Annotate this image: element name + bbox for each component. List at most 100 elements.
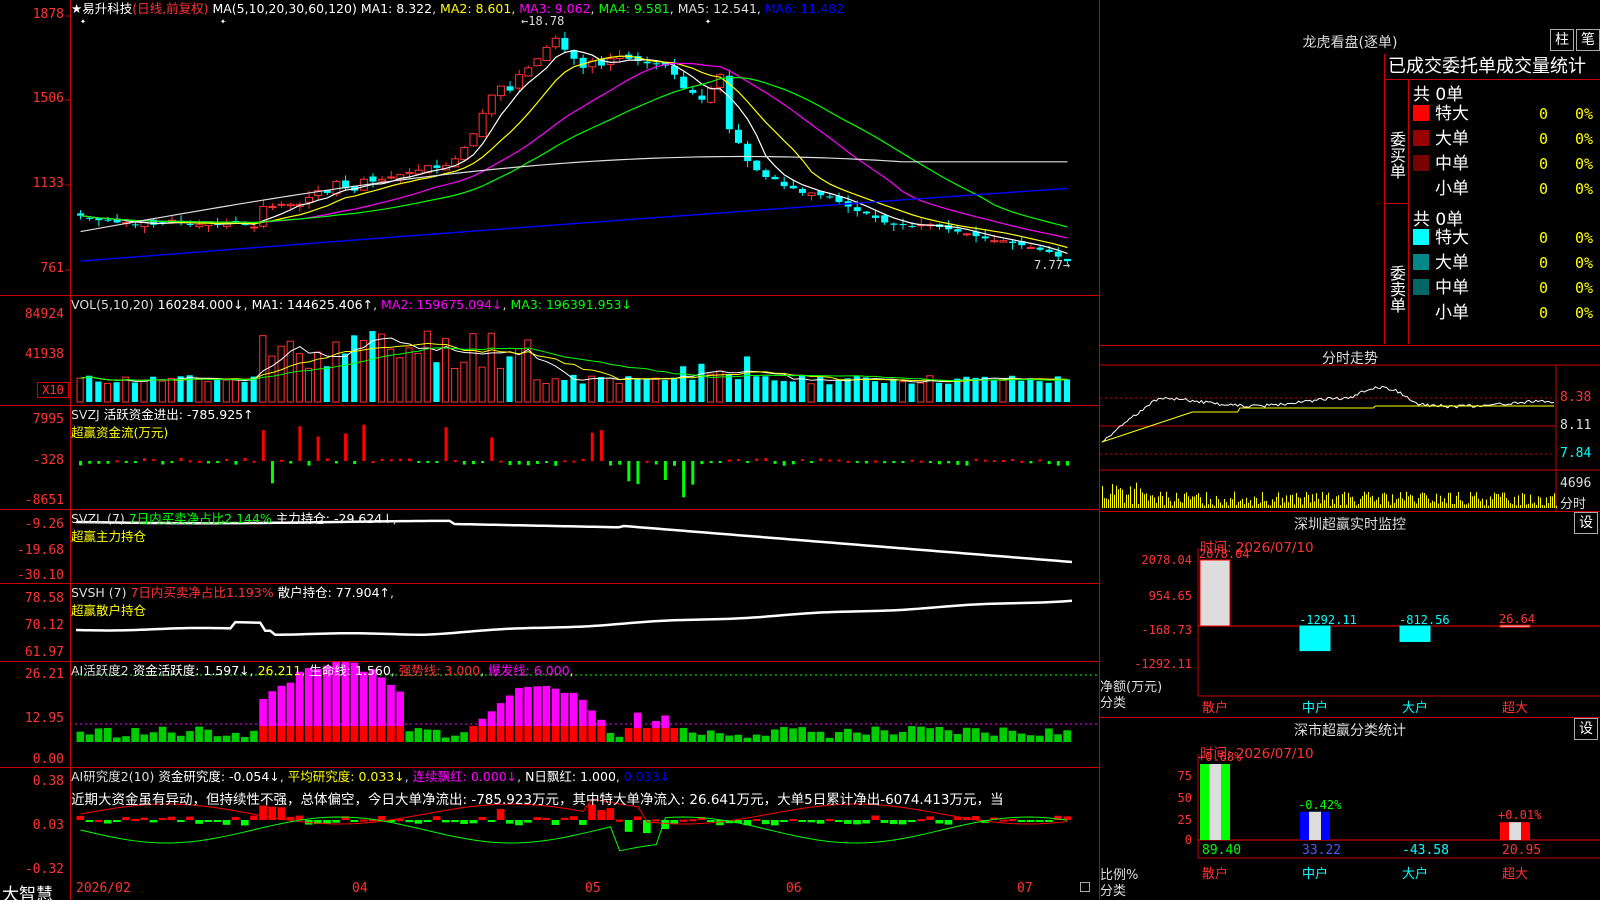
ai-activity-pane[interactable]: AI活跃度2 资金活跃度: 1.597↓, 26.211, 生命线: 1.560… bbox=[0, 662, 1100, 768]
vol-bar bbox=[1045, 382, 1052, 402]
research-bar bbox=[679, 819, 688, 822]
activity-bar bbox=[478, 718, 487, 726]
svsh-pane[interactable]: SVSH (7) 7日内买卖净占比1.193% 散户持仓: 77.904↑, 超… bbox=[0, 584, 1100, 662]
research-bar bbox=[533, 817, 542, 820]
flow-bar bbox=[353, 461, 357, 465]
ai-research-chart[interactable] bbox=[0, 768, 1100, 880]
intraday-vol bbox=[1306, 491, 1307, 508]
intraday-vol bbox=[1406, 491, 1407, 508]
vol-bar bbox=[908, 383, 915, 402]
ai-research-pane[interactable]: AI研究度2(10) 资金研究度: -0.054↓, 平均研究度: 0.033↓… bbox=[0, 768, 1100, 880]
stats-category: 散户 bbox=[1202, 866, 1228, 882]
intraday-vol bbox=[1544, 505, 1545, 508]
candle bbox=[561, 38, 569, 50]
research-bar bbox=[113, 820, 121, 822]
intraday-panel[interactable]: 分时走势 8.38 8.11 7.84 4696 分时 bbox=[1100, 346, 1600, 512]
flow-bar bbox=[79, 461, 83, 466]
vol-bar bbox=[250, 376, 257, 402]
activity-bar bbox=[624, 728, 633, 742]
monitor-value: 2078.04 bbox=[1199, 547, 1250, 561]
lock-icon[interactable] bbox=[1080, 882, 1090, 892]
intraday-vol bbox=[1154, 497, 1155, 508]
vol-bar bbox=[972, 377, 979, 402]
order-count: 0 bbox=[1539, 130, 1549, 148]
activity-bar bbox=[496, 703, 505, 726]
intraday-vol bbox=[1288, 502, 1289, 508]
ma4-value: MA4: 9.581 bbox=[598, 1, 670, 16]
flow-bar bbox=[133, 461, 137, 463]
order-type: 小单 bbox=[1435, 179, 1469, 199]
vol-bar bbox=[606, 377, 614, 403]
flow-bar bbox=[654, 461, 658, 465]
intraday-vol bbox=[1300, 498, 1301, 508]
intraday-vol bbox=[1324, 500, 1325, 508]
flow-bar bbox=[462, 461, 466, 465]
color-swatch bbox=[1413, 180, 1429, 196]
activity-bar bbox=[195, 726, 203, 742]
research-bar bbox=[122, 817, 130, 820]
flow-bar bbox=[270, 461, 274, 484]
order-type: 大单 bbox=[1435, 129, 1469, 149]
flow-bar bbox=[481, 461, 485, 464]
flow-bar bbox=[307, 461, 311, 466]
event-marker: ✦ bbox=[220, 16, 226, 27]
intraday-vol bbox=[1220, 502, 1221, 508]
candle bbox=[1026, 246, 1035, 249]
research-bar bbox=[652, 819, 660, 822]
vol-bar bbox=[661, 380, 668, 402]
flow-bar bbox=[992, 460, 996, 463]
bar-mode-button[interactable]: 柱 bbox=[1550, 29, 1574, 51]
candle bbox=[277, 203, 286, 206]
research-bar bbox=[359, 819, 368, 822]
candle bbox=[86, 217, 94, 219]
activity-bar bbox=[524, 726, 532, 742]
kline-pane[interactable]: ✦ ✦ ✦ ★易升科技(日线,前复权) MA(5,10,20,30,60,120) … bbox=[0, 0, 1100, 296]
intraday-vol bbox=[1434, 501, 1435, 508]
research-bar bbox=[167, 816, 176, 820]
ma1-value: MA1: 8.322 bbox=[360, 1, 433, 16]
vol-bar bbox=[268, 355, 276, 403]
intraday-chart[interactable] bbox=[1100, 346, 1600, 512]
flow-bar bbox=[755, 458, 759, 461]
tick-mode-button[interactable]: 笔 bbox=[1576, 29, 1600, 51]
flow-bar bbox=[362, 424, 366, 461]
volume-pane[interactable]: VOL(5,10,20) 160284.000↓, MA1: 144625.40… bbox=[0, 296, 1100, 406]
activity-bar bbox=[268, 691, 277, 726]
candle bbox=[478, 112, 487, 138]
order-row: 特大 bbox=[1413, 102, 1600, 126]
intraday-vol bbox=[1404, 500, 1405, 508]
candle bbox=[250, 226, 259, 229]
flow-bar bbox=[499, 460, 503, 463]
intraday-vol bbox=[1494, 492, 1495, 508]
intraday-vol bbox=[1182, 502, 1183, 508]
vol-bar bbox=[387, 348, 395, 403]
kline-chart[interactable]: ✦ ✦ ✦ bbox=[0, 0, 1100, 296]
svzl-pane[interactable]: SVZL (7) 7日内买卖净占比2.144% 主力持仓: -29.624↓, … bbox=[0, 510, 1100, 584]
chart-area[interactable]: ✦ ✦ ✦ ★易升科技(日线,前复权) MA(5,10,20,30,60,120) … bbox=[0, 0, 1100, 900]
activity-bar bbox=[560, 726, 569, 742]
activity-bar bbox=[560, 692, 569, 726]
activity-bar bbox=[350, 726, 359, 742]
activity-bar bbox=[999, 727, 1008, 742]
intraday-vol bbox=[1386, 494, 1387, 508]
svzj-pane[interactable]: SVZJ 活跃资金进出: -785.925↑ 超赢资金流(万元) 7995 -3… bbox=[0, 406, 1100, 510]
activity-bar bbox=[250, 730, 258, 742]
intraday-vol bbox=[1264, 501, 1265, 508]
activity-bar bbox=[588, 726, 596, 742]
activity-bar bbox=[378, 726, 386, 742]
candle bbox=[487, 94, 496, 115]
vol-bar bbox=[789, 381, 796, 402]
volume-chart[interactable] bbox=[0, 296, 1100, 406]
research-bar bbox=[880, 820, 889, 823]
vol-bar bbox=[214, 380, 221, 402]
intraday-vol bbox=[1396, 499, 1397, 508]
stats-bar-highlight bbox=[1509, 822, 1521, 840]
flow-bar bbox=[179, 457, 183, 461]
flow-bar bbox=[1065, 461, 1069, 466]
vol-bar bbox=[935, 382, 943, 402]
flow-bar bbox=[645, 460, 649, 463]
intraday-vol bbox=[1328, 492, 1329, 508]
activity-bar bbox=[515, 688, 523, 726]
stats-category: 中户 bbox=[1302, 866, 1328, 882]
research-bar bbox=[807, 820, 816, 823]
